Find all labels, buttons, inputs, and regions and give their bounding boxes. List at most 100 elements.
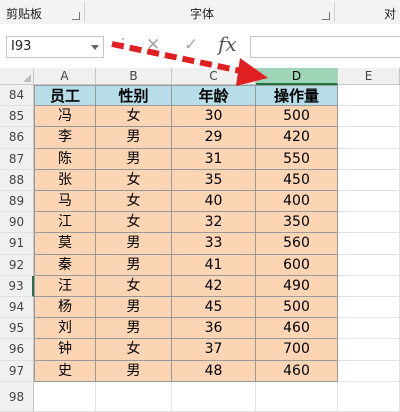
row-header-89[interactable]: 89	[0, 191, 34, 213]
table-cell[interactable]: 杨	[34, 297, 96, 319]
empty-cell[interactable]	[338, 85, 400, 107]
empty-cell[interactable]	[338, 169, 400, 191]
table-cell[interactable]: 45	[172, 297, 256, 319]
insert-function-icon[interactable]: fx	[218, 32, 237, 56]
table-cell[interactable]: 史	[34, 360, 96, 382]
empty-cell[interactable]	[338, 360, 400, 382]
table-cell[interactable]: 350	[256, 212, 338, 234]
table-cell[interactable]: 600	[256, 254, 338, 276]
more-icon[interactable]: ⋮	[116, 36, 130, 52]
table-cell[interactable]: 35	[172, 169, 256, 191]
name-box[interactable]: I93	[6, 36, 104, 58]
row-header-87[interactable]: 87	[0, 148, 34, 170]
empty-cell[interactable]	[338, 148, 400, 170]
row-header-95[interactable]: 95	[0, 318, 34, 340]
table-cell[interactable]: 460	[256, 318, 338, 340]
table-cell[interactable]: 31	[172, 148, 256, 170]
table-cell[interactable]: 男	[96, 360, 172, 382]
table-cell[interactable]: 550	[256, 148, 338, 170]
table-cell[interactable]: 女	[96, 169, 172, 191]
table-cell[interactable]: 刘	[34, 318, 96, 340]
row-header-96[interactable]: 96	[0, 339, 34, 361]
select-all-button[interactable]	[0, 68, 34, 85]
table-cell[interactable]: 江	[34, 212, 96, 234]
row-header-94[interactable]: 94	[0, 297, 34, 319]
empty-cell[interactable]	[338, 275, 400, 297]
column-header-e[interactable]: E	[338, 68, 400, 85]
table-cell[interactable]: 400	[256, 191, 338, 213]
row-header-93[interactable]: 93	[0, 275, 34, 297]
table-cell[interactable]: 460	[256, 360, 338, 382]
table-cell[interactable]: 500	[256, 297, 338, 319]
table-cell[interactable]: 30	[172, 106, 256, 128]
table-header-cell[interactable]: 年龄	[172, 85, 256, 107]
table-cell[interactable]: 40	[172, 191, 256, 213]
table-cell[interactable]: 马	[34, 191, 96, 213]
empty-cell[interactable]	[338, 233, 400, 255]
row-header-91[interactable]: 91	[0, 233, 34, 255]
table-cell[interactable]: 450	[256, 169, 338, 191]
table-cell[interactable]: 女	[96, 106, 172, 128]
table-cell[interactable]: 500	[256, 106, 338, 128]
row-header-98[interactable]: 98	[0, 381, 34, 412]
row-header-84[interactable]: 84	[0, 85, 34, 107]
table-header-cell[interactable]: 员工	[34, 85, 96, 107]
table-cell[interactable]: 秦	[34, 254, 96, 276]
column-header-a[interactable]: A	[34, 68, 96, 85]
empty-cell[interactable]	[34, 381, 96, 412]
row-header-88[interactable]: 88	[0, 169, 34, 191]
column-header-c[interactable]: C	[172, 68, 256, 85]
empty-cell[interactable]	[172, 381, 256, 412]
empty-cell[interactable]	[96, 381, 172, 412]
table-cell[interactable]: 490	[256, 275, 338, 297]
table-cell[interactable]: 陈	[34, 148, 96, 170]
table-cell[interactable]: 男	[96, 297, 172, 319]
table-cell[interactable]: 36	[172, 318, 256, 340]
table-cell[interactable]: 420	[256, 127, 338, 149]
empty-cell[interactable]	[338, 106, 400, 128]
empty-cell[interactable]	[338, 191, 400, 213]
table-cell[interactable]: 女	[96, 339, 172, 361]
table-header-cell[interactable]: 性别	[96, 85, 172, 107]
table-cell[interactable]: 29	[172, 127, 256, 149]
table-cell[interactable]: 男	[96, 148, 172, 170]
table-cell[interactable]: 48	[172, 360, 256, 382]
table-cell[interactable]: 男	[96, 127, 172, 149]
table-cell[interactable]: 女	[96, 212, 172, 234]
empty-cell[interactable]	[338, 339, 400, 361]
table-cell[interactable]: 32	[172, 212, 256, 234]
table-cell[interactable]: 钟	[34, 339, 96, 361]
table-cell[interactable]: 700	[256, 339, 338, 361]
table-cell[interactable]: 张	[34, 169, 96, 191]
table-cell[interactable]: 男	[96, 233, 172, 255]
column-header-d[interactable]: D	[256, 68, 338, 85]
empty-cell[interactable]	[256, 381, 338, 412]
column-header-b[interactable]: B	[96, 68, 172, 85]
table-cell[interactable]: 41	[172, 254, 256, 276]
table-cell[interactable]: 男	[96, 318, 172, 340]
table-cell[interactable]: 女	[96, 191, 172, 213]
table-header-cell[interactable]: 操作量	[256, 85, 338, 107]
table-cell[interactable]: 莫	[34, 233, 96, 255]
enter-icon[interactable]: ✓	[184, 35, 198, 55]
cancel-icon[interactable]: ✕	[146, 35, 160, 55]
table-cell[interactable]: 560	[256, 233, 338, 255]
empty-cell[interactable]	[338, 381, 400, 412]
empty-cell[interactable]	[338, 212, 400, 234]
row-header-92[interactable]: 92	[0, 254, 34, 276]
chevron-down-icon[interactable]	[91, 45, 99, 50]
table-cell[interactable]: 汪	[34, 275, 96, 297]
table-cell[interactable]: 37	[172, 339, 256, 361]
table-cell[interactable]: 冯	[34, 106, 96, 128]
row-header-90[interactable]: 90	[0, 212, 34, 234]
empty-cell[interactable]	[338, 297, 400, 319]
formula-input[interactable]	[250, 36, 400, 58]
empty-cell[interactable]	[338, 127, 400, 149]
table-cell[interactable]: 男	[96, 254, 172, 276]
row-header-86[interactable]: 86	[0, 127, 34, 149]
table-cell[interactable]: 李	[34, 127, 96, 149]
font-dialog-launcher-icon[interactable]	[322, 12, 330, 20]
empty-cell[interactable]	[338, 318, 400, 340]
row-header-85[interactable]: 85	[0, 106, 34, 128]
table-cell[interactable]: 女	[96, 275, 172, 297]
